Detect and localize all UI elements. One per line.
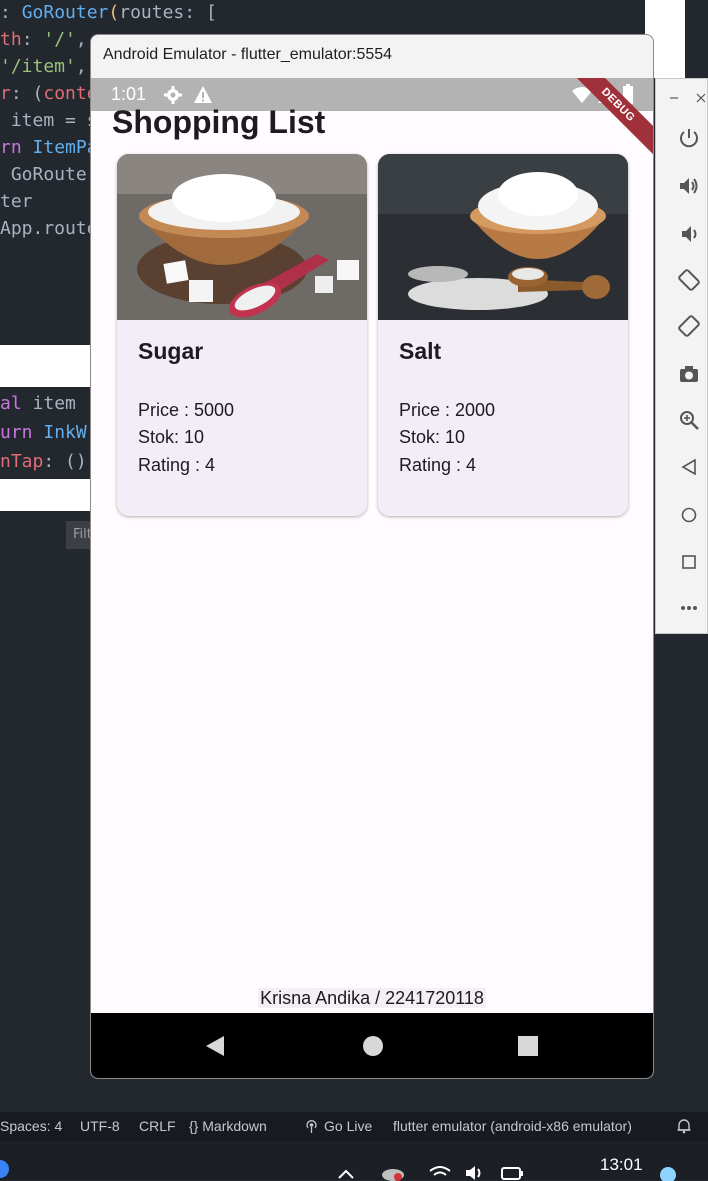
item-price: Price : 2000 bbox=[399, 400, 496, 420]
notification-indicator-icon[interactable] bbox=[658, 1165, 678, 1181]
footer-credit-text: Krisna Andika / 2241720118 bbox=[258, 988, 486, 1008]
notification-bell-icon[interactable] bbox=[676, 1118, 692, 1134]
code-line: item = s bbox=[0, 110, 98, 131]
status-time: 1:01 bbox=[111, 84, 147, 104]
home-icon[interactable] bbox=[681, 507, 697, 523]
code-line: al item bbox=[0, 393, 76, 414]
status-device[interactable]: flutter emulator (android-x86 emulator) bbox=[393, 1118, 632, 1134]
code-line: rn ItemPa bbox=[0, 137, 98, 158]
back-icon[interactable] bbox=[681, 459, 697, 475]
wifi-taskbar-icon[interactable] bbox=[428, 1165, 452, 1181]
status-language[interactable]: {} Markdown bbox=[189, 1118, 267, 1134]
sugar-image bbox=[117, 154, 367, 320]
emulator-side-toolbar bbox=[655, 78, 708, 634]
code-line: urn InkW bbox=[0, 422, 87, 443]
device-screen: 1:01 DEBUG Shopping List Sugar Price: 5… bbox=[91, 78, 653, 1078]
nav-overview-icon[interactable] bbox=[517, 1035, 539, 1057]
code-line: : GoRouter(routes: [ bbox=[0, 2, 217, 23]
app-icon[interactable] bbox=[0, 1159, 12, 1179]
item-card-salt[interactable]: Salt Price : 2000 Stok: 10 Rating : 4 bbox=[378, 154, 628, 516]
more-icon[interactable] bbox=[680, 605, 698, 611]
chevron-up-icon[interactable] bbox=[337, 1167, 355, 1179]
settings-icon bbox=[164, 86, 182, 104]
footer-credit: Krisna Andika / 2241720118 bbox=[91, 988, 653, 1009]
emulator-window: Android Emulator - flutter_emulator:5554… bbox=[90, 34, 654, 1079]
nav-back-icon[interactable] bbox=[204, 1035, 226, 1057]
code-line: '/item', bbox=[0, 56, 87, 77]
rotate-right-icon[interactable] bbox=[678, 315, 700, 337]
emulator-title: Android Emulator - flutter_emulator:5554 bbox=[103, 46, 393, 63]
power-icon[interactable] bbox=[678, 127, 700, 149]
minimize-icon[interactable] bbox=[669, 93, 679, 103]
nav-home-icon[interactable] bbox=[362, 1035, 384, 1057]
close-icon[interactable] bbox=[696, 93, 706, 103]
status-golive[interactable]: Go Live bbox=[324, 1118, 372, 1134]
volume-taskbar-icon[interactable] bbox=[464, 1165, 488, 1181]
item-price: Price : 5000 bbox=[138, 400, 235, 420]
onedrive-icon[interactable] bbox=[380, 1165, 406, 1181]
volume-up-icon[interactable] bbox=[678, 175, 700, 197]
item-card-sugar[interactable]: Sugar Price : 5000 Stok: 10 Rating : 4 bbox=[117, 154, 367, 516]
status-indentation[interactable]: Spaces: 4 bbox=[0, 1118, 62, 1134]
item-rating: Rating : 4 bbox=[399, 455, 477, 475]
code-line: r: (conte bbox=[0, 83, 98, 104]
overview-icon[interactable] bbox=[681, 554, 697, 570]
filter-input[interactable]: Filt bbox=[66, 521, 92, 549]
editor-divider bbox=[0, 345, 92, 387]
code-line: App.route bbox=[0, 218, 98, 239]
code-line: GoRoute bbox=[0, 164, 87, 185]
battery-taskbar-icon[interactable] bbox=[500, 1165, 526, 1181]
warning-icon bbox=[194, 86, 212, 103]
editor-panel-divider bbox=[0, 479, 92, 511]
status-encoding[interactable]: UTF-8 bbox=[80, 1118, 120, 1134]
item-name: Sugar bbox=[138, 338, 204, 364]
vscode-status-bar: Spaces: 4 UTF-8 CRLF {} Markdown Go Live… bbox=[0, 1112, 708, 1141]
status-eol[interactable]: CRLF bbox=[139, 1118, 176, 1134]
salt-image bbox=[378, 154, 628, 320]
code-line: th: '/', bbox=[0, 29, 98, 50]
broadcast-icon bbox=[306, 1120, 317, 1133]
item-stock: Stok: 10 bbox=[138, 427, 205, 447]
zoom-icon[interactable] bbox=[678, 409, 700, 431]
item-stock: Stok: 10 bbox=[399, 427, 466, 447]
code-editor-snippet: al item urn InkW nTap: () bbox=[0, 387, 92, 479]
code-line: ter bbox=[0, 191, 33, 212]
code-line: nTap: () bbox=[0, 451, 87, 472]
camera-icon[interactable] bbox=[678, 363, 700, 385]
item-name: Salt bbox=[399, 338, 442, 364]
windows-taskbar: 13:01 bbox=[0, 1141, 708, 1181]
android-nav-bar bbox=[91, 1013, 653, 1078]
volume-down-icon[interactable] bbox=[678, 223, 700, 245]
rotate-left-icon[interactable] bbox=[678, 269, 700, 291]
item-rating: Rating : 4 bbox=[138, 455, 216, 475]
page-title: Shopping List bbox=[112, 104, 326, 140]
taskbar-clock[interactable]: 13:01 bbox=[600, 1155, 643, 1175]
